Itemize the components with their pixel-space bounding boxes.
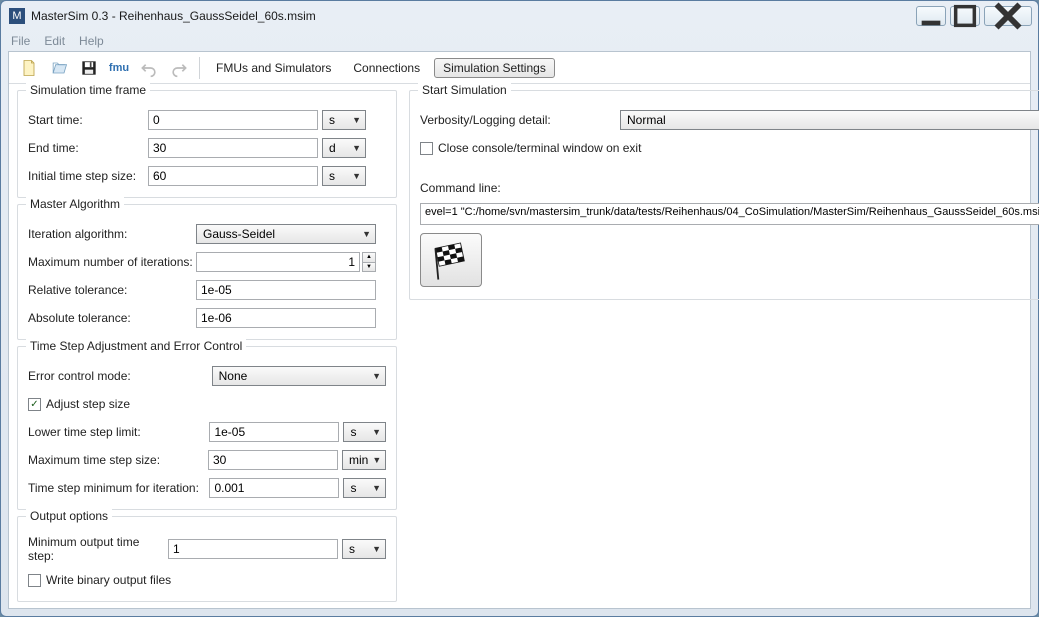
group-time-frame: Simulation time frame Start time: s▼ End… <box>17 90 397 198</box>
unit-end-time[interactable]: d▼ <box>322 138 366 158</box>
input-min-iter-dt[interactable] <box>209 478 339 498</box>
group-title-time-frame: Simulation time frame <box>26 83 150 97</box>
label-init-dt: Initial time step size: <box>28 169 148 183</box>
menu-edit[interactable]: Edit <box>44 34 65 48</box>
unit-min-iter-dt[interactable]: s▼ <box>343 478 386 498</box>
label-verbosity: Verbosity/Logging detail: <box>420 113 620 127</box>
app-icon: M <box>9 8 25 24</box>
group-title-time-step: Time Step Adjustment and Error Control <box>26 339 246 353</box>
toolbar: fmu FMUs and Simulators Connections Simu… <box>9 52 1030 84</box>
window-controls <box>916 6 1032 26</box>
close-button[interactable] <box>984 6 1032 26</box>
fmu-icon[interactable]: fmu <box>107 56 131 80</box>
redo-icon[interactable] <box>167 56 191 80</box>
input-abs-tol[interactable] <box>196 308 376 328</box>
unit-init-dt[interactable]: s▼ <box>322 166 366 186</box>
input-init-dt[interactable] <box>148 166 318 186</box>
input-lower-dt[interactable] <box>209 422 339 442</box>
label-lower-dt: Lower time step limit: <box>28 425 209 439</box>
input-max-iter[interactable] <box>196 252 360 272</box>
spin-max-iter[interactable]: ▲▼ <box>362 252 376 272</box>
label-end-time: End time: <box>28 141 148 155</box>
input-max-dt[interactable] <box>208 450 338 470</box>
label-abs-tol: Absolute tolerance: <box>28 311 196 325</box>
titlebar: M MasterSim 0.3 - Reihenhaus_GaussSeidel… <box>1 1 1038 31</box>
label-err-mode: Error control mode: <box>28 369 212 383</box>
select-iter-algo[interactable]: Gauss-Seidel▼ <box>196 224 376 244</box>
group-title-output: Output options <box>26 509 112 523</box>
menu-file[interactable]: File <box>11 34 30 48</box>
menubar: File Edit Help <box>1 31 1038 51</box>
select-verbosity[interactable]: Normal▼ <box>620 110 1039 130</box>
minimize-icon <box>917 2 945 30</box>
group-output: Output options Minimum output time step:… <box>17 516 397 602</box>
run-button[interactable] <box>420 233 482 287</box>
undo-icon[interactable] <box>137 56 161 80</box>
label-rel-tol: Relative tolerance: <box>28 283 196 297</box>
checkered-flag-icon <box>429 238 473 282</box>
unit-min-out-dt[interactable]: s▼ <box>342 539 386 559</box>
group-start-simulation: Start Simulation Verbosity/Logging detai… <box>409 90 1039 300</box>
close-icon <box>985 0 1031 39</box>
label-max-dt: Maximum time step size: <box>28 453 208 467</box>
window-title: MasterSim 0.3 - Reihenhaus_GaussSeidel_6… <box>31 9 916 23</box>
checkbox-write-binary[interactable] <box>28 574 41 587</box>
unit-start-time[interactable]: s▼ <box>322 110 366 130</box>
input-min-out-dt[interactable] <box>168 539 338 559</box>
group-title-master-algo: Master Algorithm <box>26 197 124 211</box>
unit-lower-dt[interactable]: s▼ <box>343 422 386 442</box>
save-icon[interactable] <box>77 56 101 80</box>
maximize-button[interactable] <box>950 6 980 26</box>
menu-help[interactable]: Help <box>79 34 104 48</box>
input-start-time[interactable] <box>148 110 318 130</box>
app-window: M MasterSim 0.3 - Reihenhaus_GaussSeidel… <box>0 0 1039 617</box>
unit-max-dt[interactable]: min▼ <box>342 450 386 470</box>
label-start-time: Start time: <box>28 113 148 127</box>
select-err-mode[interactable]: None▼ <box>212 366 386 386</box>
minimize-button[interactable] <box>916 6 946 26</box>
label-min-out-dt: Minimum output time step: <box>28 535 168 563</box>
label-close-console: Close console/terminal window on exit <box>438 141 641 155</box>
tab-connections[interactable]: Connections <box>345 59 428 77</box>
group-title-start-sim: Start Simulation <box>418 83 511 97</box>
cmd-line-display: evel=1 "C:/home/svn/mastersim_trunk/data… <box>420 203 1039 225</box>
panels: Simulation time frame Start time: s▼ End… <box>9 84 1030 614</box>
toolbar-separator <box>199 57 200 79</box>
content-area: fmu FMUs and Simulators Connections Simu… <box>8 51 1031 609</box>
label-adjust-step: Adjust step size <box>46 397 130 411</box>
tab-fmus[interactable]: FMUs and Simulators <box>208 59 339 77</box>
label-min-iter-dt: Time step minimum for iteration: <box>28 481 209 495</box>
checkbox-adjust-step[interactable]: ✓ <box>28 398 41 411</box>
maximize-icon <box>951 2 979 30</box>
input-end-time[interactable] <box>148 138 318 158</box>
new-icon[interactable] <box>17 56 41 80</box>
right-column: Start Simulation Verbosity/Logging detai… <box>409 90 1039 608</box>
label-cmd-line: Command line: <box>420 181 501 195</box>
label-max-iter: Maximum number of iterations: <box>28 255 196 269</box>
tab-simulation-settings[interactable]: Simulation Settings <box>434 58 555 78</box>
label-write-binary: Write binary output files <box>46 573 171 587</box>
checkbox-close-console[interactable] <box>420 142 433 155</box>
left-column: Simulation time frame Start time: s▼ End… <box>17 90 397 608</box>
group-time-step: Time Step Adjustment and Error Control E… <box>17 346 397 510</box>
label-iter-algo: Iteration algorithm: <box>28 227 196 241</box>
group-master-algorithm: Master Algorithm Iteration algorithm: Ga… <box>17 204 397 340</box>
input-rel-tol[interactable] <box>196 280 376 300</box>
open-icon[interactable] <box>47 56 71 80</box>
